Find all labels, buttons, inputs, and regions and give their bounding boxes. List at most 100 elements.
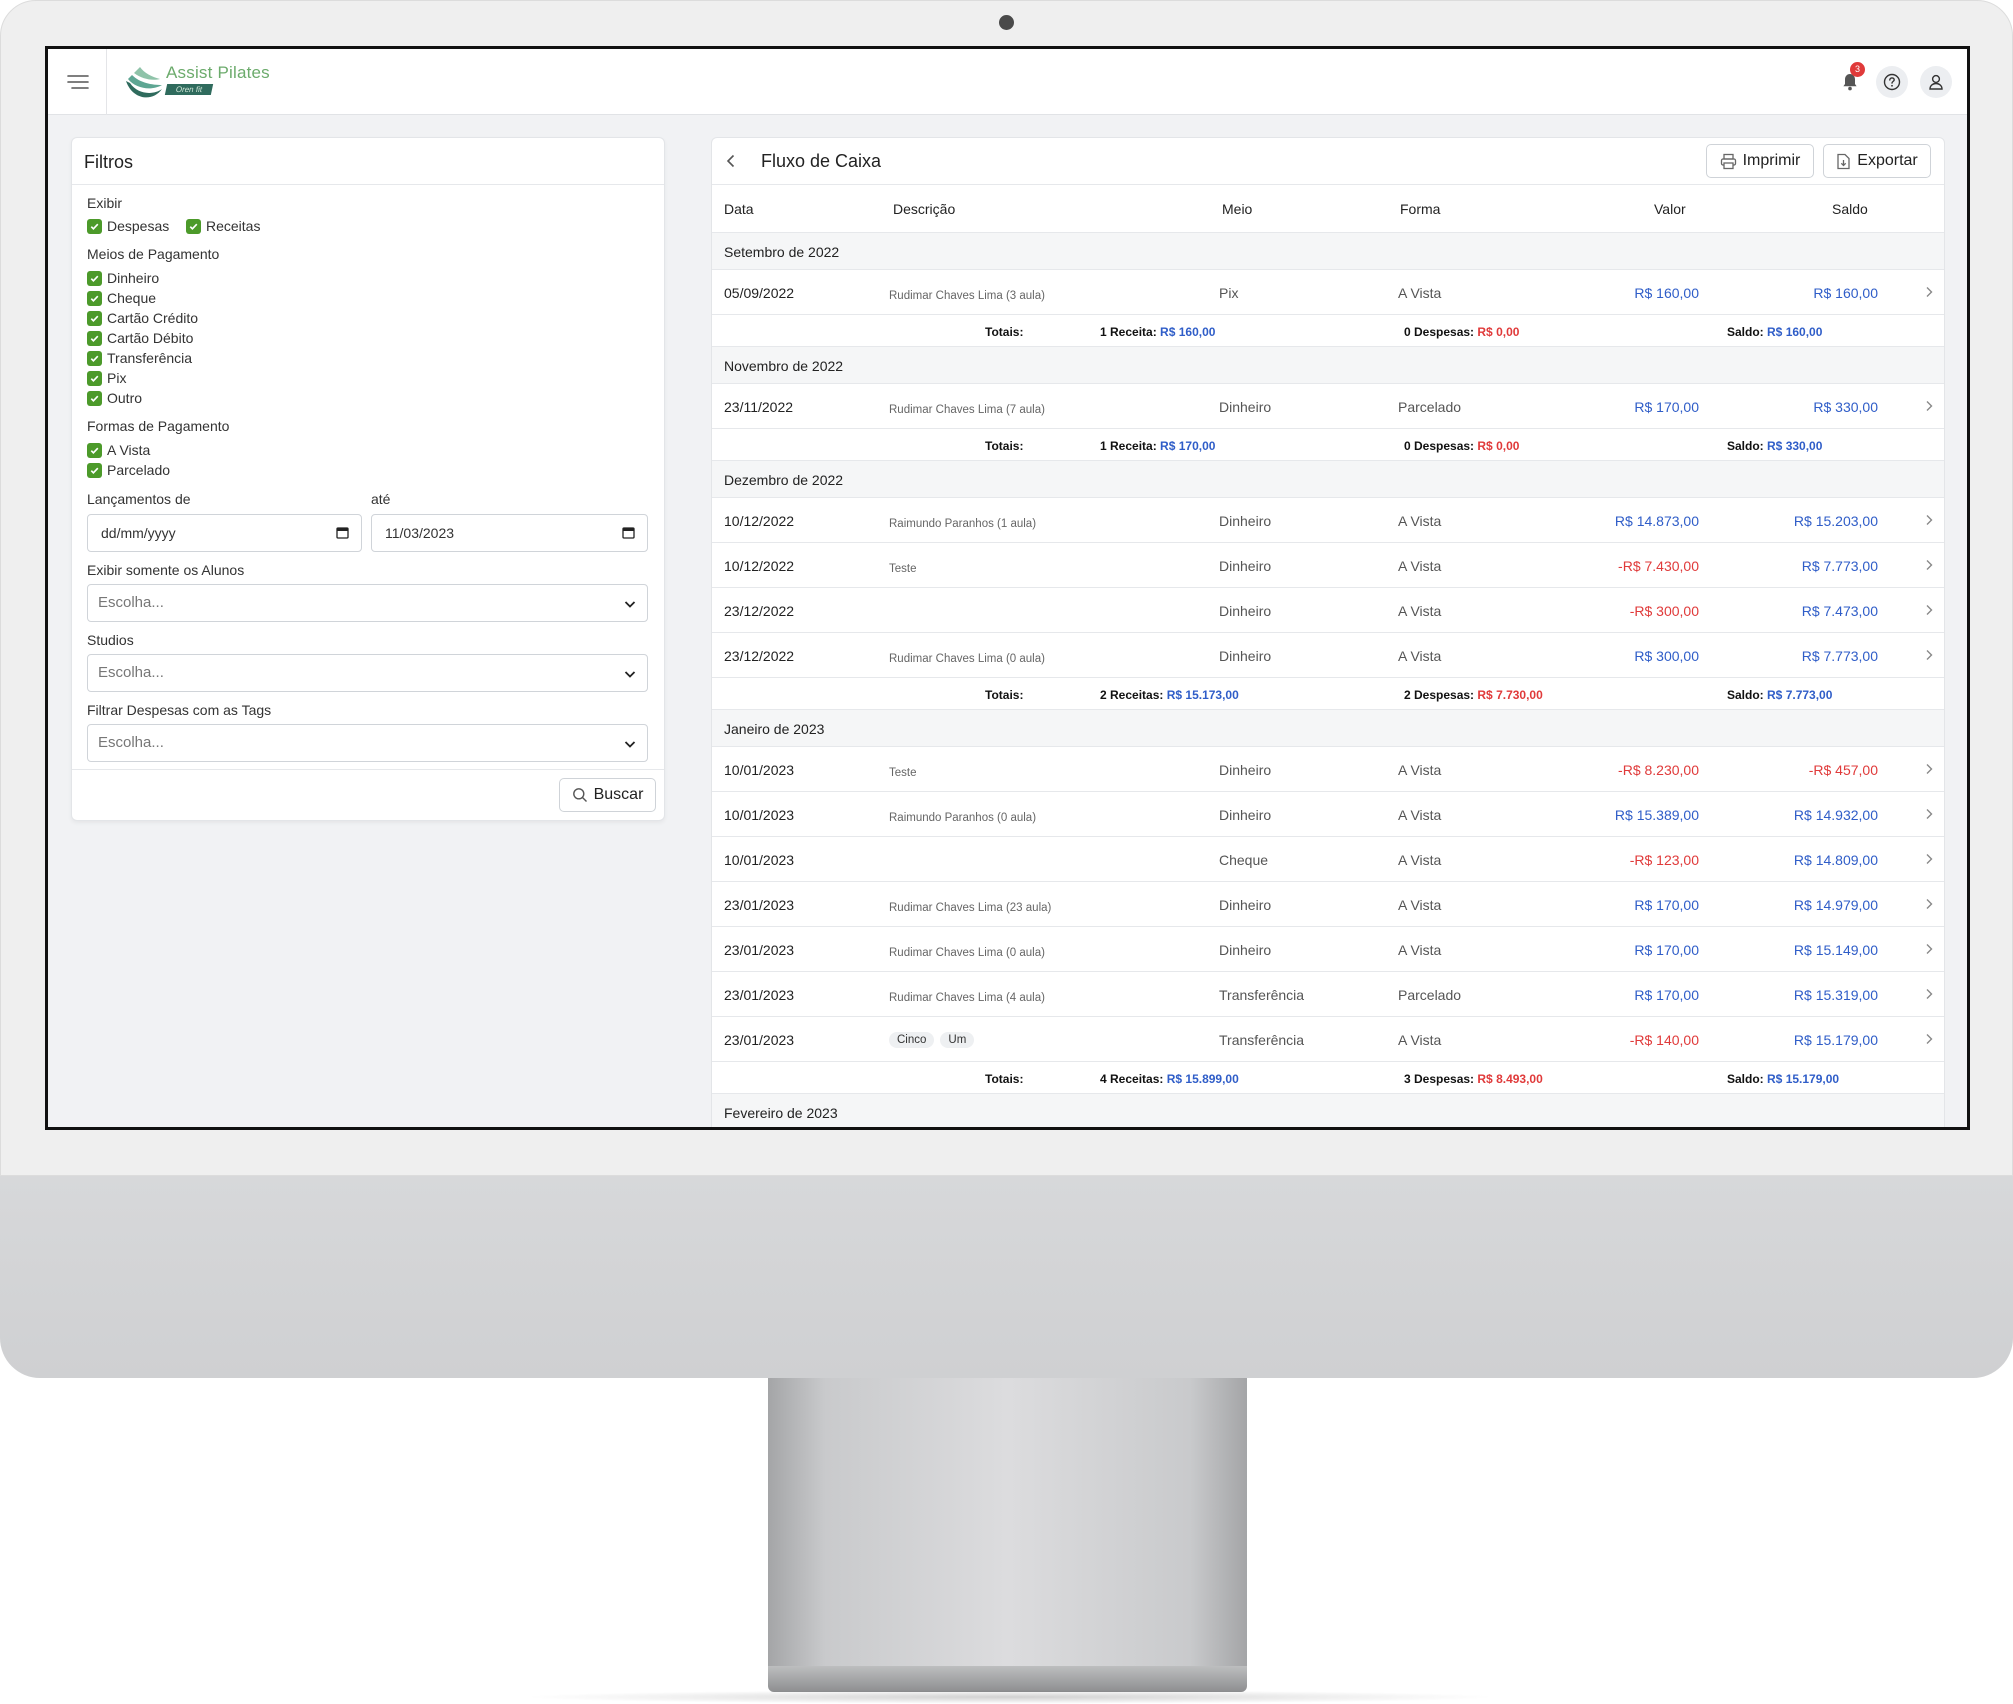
checkbox-label: Pix	[107, 370, 127, 386]
month-group-header: Fevereiro de 2023	[712, 1094, 1944, 1127]
row-valor: R$ 15.389,00	[1614, 807, 1699, 823]
alunos-select[interactable]: Escolha...	[87, 584, 648, 622]
row-saldo: R$ 14.809,00	[1793, 852, 1878, 868]
checkbox-check-icon	[87, 462, 102, 478]
date-to-input[interactable]: 11/03/2023	[371, 514, 648, 552]
month-label: Fevereiro de 2023	[724, 1105, 838, 1121]
checkbox-label: Outro	[107, 390, 143, 406]
table-row[interactable]: 10/01/2023 Raimundo Paranhos (0 aula) Di…	[712, 792, 1944, 837]
table-row[interactable]: 23/12/2022 Dinheiro A Vista -R$ 300,00 R…	[712, 588, 1944, 633]
table-header: Data Descrição Meio Forma Valor Saldo	[712, 185, 1944, 233]
print-button[interactable]: Imprimir	[1706, 144, 1814, 178]
totals-receitas: 1 Receita: R$ 170,00	[1100, 439, 1215, 453]
month-group-header: Dezembro de 2022	[712, 461, 1944, 498]
saldo-total: R$ 7.773,00	[1767, 688, 1833, 702]
row-meio: Transferência	[1219, 1032, 1305, 1048]
checkbox-check-icon	[87, 442, 102, 458]
row-description: Rudimar Chaves Lima (7 aula)	[889, 404, 1045, 416]
row-date: 10/01/2023	[724, 762, 795, 778]
search-button[interactable]: Buscar	[559, 778, 656, 812]
checkbox-label: Cheque	[107, 290, 157, 306]
checkbox-dinheiro[interactable]: Dinheiro	[87, 270, 159, 286]
checkbox-outro[interactable]: Outro	[87, 390, 142, 406]
checkbox-parcelado[interactable]: Parcelado	[87, 462, 170, 478]
chevron-right-icon	[1926, 560, 1933, 570]
tags-label: Filtrar Despesas com as Tags	[87, 702, 272, 718]
row-description-cell: Cinco Um	[889, 1030, 980, 1048]
checkbox-label: Receitas	[206, 218, 261, 234]
row-description-cell: Rudimar Chaves Lima (7 aula)	[889, 400, 1045, 416]
chevron-right-icon	[1926, 401, 1933, 411]
table-row[interactable]: 10/12/2022 Teste Dinheiro A Vista -R$ 7.…	[712, 543, 1944, 588]
user-menu-button[interactable]	[1920, 66, 1952, 98]
export-button[interactable]: Exportar	[1823, 144, 1931, 178]
row-valor: R$ 170,00	[1634, 897, 1699, 913]
totals-saldo: Saldo: R$ 7.773,00	[1727, 688, 1832, 702]
row-saldo: R$ 14.979,00	[1793, 897, 1878, 913]
checkbox-check-icon	[87, 370, 102, 386]
col-valor[interactable]: Valor	[1654, 201, 1686, 217]
row-date: 10/12/2022	[724, 513, 795, 529]
table-row[interactable]: 10/01/2023 Cheque A Vista -R$ 123,00 R$ …	[712, 837, 1944, 882]
row-forma: A Vista	[1398, 762, 1442, 778]
row-meio: Dinheiro	[1219, 897, 1272, 913]
table-row[interactable]: 23/01/2023 Rudimar Chaves Lima (23 aula)…	[712, 882, 1944, 927]
chevron-right-icon	[1926, 287, 1933, 297]
studios-select[interactable]: Escolha...	[87, 654, 648, 692]
col-meio[interactable]: Meio	[1222, 201, 1252, 217]
checkbox-check-icon	[87, 390, 102, 406]
col-forma[interactable]: Forma	[1400, 201, 1440, 217]
checkbox-label: Cartão Crédito	[107, 310, 199, 326]
date-from-input[interactable]: dd/mm/yyyy	[87, 514, 362, 552]
checkbox-cartao-credito[interactable]: Cartão Crédito	[87, 310, 198, 326]
chevron-right-icon	[1926, 605, 1933, 615]
month-label: Janeiro de 2023	[724, 721, 825, 737]
table-row[interactable]: 23/12/2022 Rudimar Chaves Lima (0 aula) …	[712, 633, 1944, 678]
studios-label: Studios	[87, 632, 134, 648]
checkbox-label: Despesas	[107, 218, 170, 234]
row-description: Rudimar Chaves Lima (0 aula)	[889, 947, 1045, 959]
table-row[interactable]: 05/09/2022 Rudimar Chaves Lima (3 aula) …	[712, 270, 1944, 315]
checkbox-a-vista[interactable]: A Vista	[87, 442, 150, 458]
receitas-total: R$ 160,00	[1160, 325, 1216, 339]
checkbox-receitas[interactable]: Receitas	[186, 218, 260, 234]
row-forma: A Vista	[1398, 852, 1442, 868]
table-row[interactable]: 10/01/2023 Teste Dinheiro A Vista -R$ 8.…	[712, 747, 1944, 792]
tags-select-value: Escolha...	[98, 734, 164, 751]
tags-select[interactable]: Escolha...	[87, 724, 648, 762]
row-forma: A Vista	[1398, 513, 1442, 529]
checkbox-cheque[interactable]: Cheque	[87, 290, 156, 306]
col-data[interactable]: Data	[724, 201, 754, 217]
table-row[interactable]: 10/12/2022 Raimundo Paranhos (1 aula) Di…	[712, 498, 1944, 543]
row-date: 10/12/2022	[724, 558, 795, 574]
checkbox-cartao-debito[interactable]: Cartão Débito	[87, 330, 193, 346]
row-date: 23/01/2023	[724, 1032, 795, 1048]
col-saldo[interactable]: Saldo	[1832, 201, 1868, 217]
table-row[interactable]: 23/01/2023 Cinco Um Transferência A Vista…	[712, 1017, 1944, 1062]
totals-label: Totais:	[985, 325, 1024, 339]
totals-despesas: 0 Despesas: R$ 0,00	[1404, 325, 1519, 339]
checkbox-despesas[interactable]: Despesas	[87, 218, 169, 234]
chevron-right-icon	[1926, 650, 1933, 660]
totals-row: Totais: 1 Receita: R$ 160,00 0 Despesas:…	[712, 315, 1944, 347]
table-row[interactable]: 23/11/2022 Rudimar Chaves Lima (7 aula) …	[712, 384, 1944, 429]
table-row[interactable]: 23/01/2023 Rudimar Chaves Lima (0 aula) …	[712, 927, 1944, 972]
totals-despesas: 3 Despesas: R$ 8.493,00	[1404, 1072, 1543, 1086]
saldo-label: Saldo:	[1727, 439, 1764, 453]
totals-receitas: 2 Receitas: R$ 15.173,00	[1100, 688, 1239, 702]
row-date: 23/11/2022	[724, 399, 794, 415]
row-description-cell: Rudimar Chaves Lima (0 aula)	[889, 943, 1045, 959]
back-button[interactable]	[720, 150, 742, 172]
file-export-icon	[1837, 153, 1850, 169]
checkbox-transferencia[interactable]: Transferência	[87, 350, 192, 366]
help-button[interactable]	[1876, 66, 1908, 98]
chevron-right-icon	[1926, 899, 1933, 909]
menu-button[interactable]	[58, 62, 98, 102]
col-descricao[interactable]: Descrição	[893, 201, 955, 217]
formas-label: Formas de Pagamento	[87, 418, 230, 434]
table-row[interactable]: 23/01/2023 Rudimar Chaves Lima (4 aula) …	[712, 972, 1944, 1017]
tag-chip: Um	[940, 1032, 975, 1048]
checkbox-pix[interactable]: Pix	[87, 370, 126, 386]
saldo-label: Saldo:	[1727, 1072, 1764, 1086]
row-forma: A Vista	[1398, 1032, 1442, 1048]
